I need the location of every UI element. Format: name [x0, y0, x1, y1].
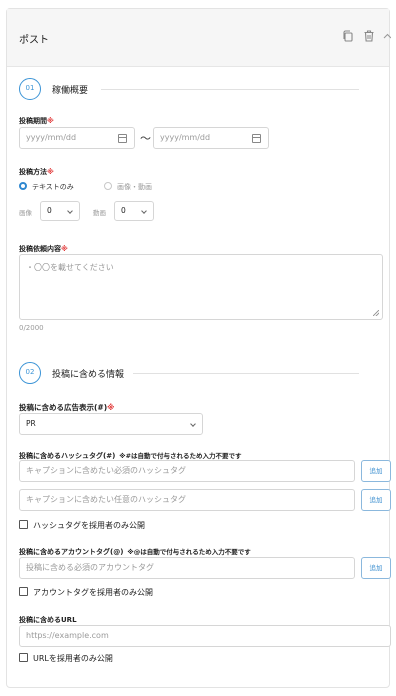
account-tag-private-label: アカウントタグを採用者のみ公開	[33, 588, 153, 597]
section-2-number: 02	[19, 362, 41, 384]
radio-media[interactable]	[104, 182, 112, 190]
url-placeholder: https://example.com	[26, 631, 109, 640]
section-2-divider	[133, 373, 359, 374]
account-tag-label: 投稿に含めるアカウントタグ(@) ※@は自動で付与されるため入力不要です	[19, 548, 251, 556]
section-2-title: 投稿に含める情報	[52, 370, 125, 380]
section-1-divider	[101, 89, 359, 90]
url-label: 投稿に含めるURL	[19, 616, 77, 624]
hashtag-optional-placeholder: キャプションに含めたい任意のハッシュタグ	[26, 495, 186, 504]
hashtag-optional-input[interactable]: キャプションに含めたい任意のハッシュタグ	[19, 489, 355, 511]
hashtag-optional-add-button[interactable]: 追加	[361, 489, 391, 511]
card-header: ポスト	[7, 9, 391, 67]
url-input[interactable]: https://example.com	[19, 625, 391, 647]
account-tag-private-checkbox[interactable]	[19, 587, 28, 596]
section-1-number: 01	[19, 78, 41, 100]
ad-display-value: PR	[26, 419, 36, 428]
video-count-label: 動画	[93, 209, 106, 217]
ad-display-select[interactable]: PR	[19, 413, 203, 435]
radio-media-label: 画像・動画	[117, 183, 152, 191]
content-placeholder: ・〇〇を載せてください	[26, 263, 114, 272]
account-tag-note: ※@は自動で付与されるため入力不要です	[127, 548, 251, 556]
hashtag-required-input[interactable]: キャプションに含めたい必須のハッシュタグ	[19, 460, 355, 482]
calendar-icon[interactable]	[118, 134, 127, 143]
period-separator: 〜	[140, 132, 151, 145]
content-textarea[interactable]: ・〇〇を載せてください	[19, 254, 383, 320]
url-private-checkbox[interactable]	[19, 653, 28, 662]
hashtag-private-checkbox[interactable]	[19, 520, 28, 529]
hashtag-note: ※#は自動で付与されるため入力不要です	[119, 452, 242, 460]
post-card: ポスト 01 稼働概要 投稿期間※ yyyy/mm/dd 〜 yyyy/mm/d…	[6, 8, 391, 688]
section-1-title: 稼働概要	[52, 86, 89, 96]
url-private-label: URLを採用者のみ公開	[33, 654, 113, 663]
period-start-placeholder: yyyy/mm/dd	[26, 133, 77, 142]
chevron-down-icon	[67, 208, 73, 214]
account-tag-add-button[interactable]: 追加	[361, 557, 391, 579]
content-label: 投稿依頼内容※	[19, 245, 68, 253]
chevron-down-icon	[141, 208, 147, 214]
chevron-down-icon	[190, 421, 196, 427]
calendar-icon[interactable]	[252, 134, 261, 143]
image-count-label: 画像	[19, 209, 32, 217]
account-tag-input[interactable]: 投稿に含める必須のアカウントタグ	[19, 557, 355, 579]
period-end-placeholder: yyyy/mm/dd	[160, 133, 211, 142]
period-start-input[interactable]: yyyy/mm/dd	[19, 127, 135, 149]
resize-handle[interactable]	[373, 310, 379, 316]
method-label: 投稿方法※	[19, 168, 54, 176]
image-count-select[interactable]: 0	[40, 201, 80, 221]
video-count-value: 0	[121, 206, 126, 215]
hashtag-required-add-button[interactable]: 追加	[361, 460, 391, 482]
period-label: 投稿期間※	[19, 117, 54, 125]
required-mark: ※	[61, 245, 68, 253]
trash-icon[interactable]	[362, 29, 376, 43]
radio-text-only[interactable]	[19, 182, 27, 190]
image-count-value: 0	[47, 206, 52, 215]
copy-icon[interactable]	[341, 29, 355, 43]
collapse-chevron-icon[interactable]	[383, 29, 391, 43]
period-end-input[interactable]: yyyy/mm/dd	[153, 127, 269, 149]
video-count-select[interactable]: 0	[114, 201, 154, 221]
content-counter: 0/2000	[19, 324, 44, 332]
required-mark: ※	[47, 168, 54, 176]
ad-display-label: 投稿に含める広告表示(#)※	[19, 403, 115, 412]
radio-text-only-label: テキストのみ	[32, 183, 74, 191]
hashtag-required-placeholder: キャプションに含めたい必須のハッシュタグ	[26, 466, 186, 475]
card-title: ポスト	[19, 35, 49, 46]
hashtag-private-label: ハッシュタグを採用者のみ公開	[33, 521, 145, 530]
account-tag-placeholder: 投稿に含める必須のアカウントタグ	[26, 563, 154, 572]
required-mark: ※	[107, 403, 115, 412]
required-mark: ※	[47, 117, 54, 125]
